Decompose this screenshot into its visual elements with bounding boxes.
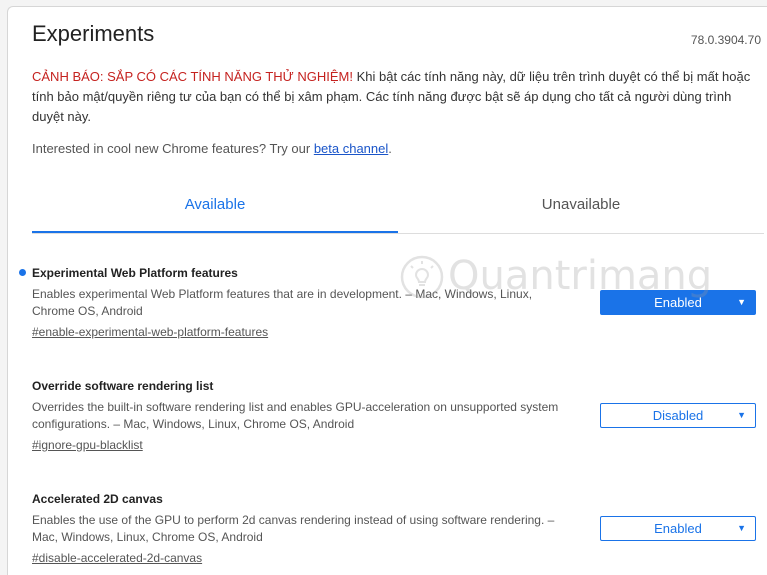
experiment-state-select[interactable]: Enabled ▼ (600, 290, 756, 315)
experiment-permalink[interactable]: #disable-accelerated-2d-canvas (32, 551, 202, 565)
experiment-item: Override software rendering list Overrid… (32, 379, 764, 454)
tab-available[interactable]: Available (32, 185, 398, 233)
warning-message: CẢNH BÁO: SẮP CÓ CÁC TÍNH NĂNG THỬ NGHIỆ… (32, 67, 757, 127)
experiment-title: Override software rendering list (32, 379, 214, 393)
beta-channel-link[interactable]: beta channel (314, 141, 388, 156)
experiment-permalink[interactable]: #enable-experimental-web-platform-featur… (32, 325, 268, 339)
tab-bar: Available Unavailable (32, 185, 764, 234)
experiments-card: Experiments 78.0.3904.70 CẢNH BÁO: SẮP C… (7, 6, 767, 575)
experiment-title: Accelerated 2D canvas (32, 492, 163, 506)
warning-lead: CẢNH BÁO: SẮP CÓ CÁC TÍNH NĂNG THỬ NGHIỆ… (32, 69, 353, 84)
version-label: 78.0.3904.70 (690, 33, 761, 47)
experiment-permalink[interactable]: #ignore-gpu-blacklist (32, 438, 143, 452)
experiment-description: Enables experimental Web Platform featur… (32, 287, 533, 318)
experiment-state-select[interactable]: Enabled ▼ (600, 516, 756, 541)
experiment-state-select[interactable]: Disabled ▼ (600, 403, 756, 428)
page: Experiments 78.0.3904.70 CẢNH BÁO: SẮP C… (0, 0, 767, 575)
beta-promo: Interested in cool new Chrome features? … (32, 141, 392, 156)
experiment-description: Enables the use of the GPU to perform 2d… (32, 513, 555, 544)
experiment-state-value: Enabled (654, 521, 702, 536)
experiment-item: Experimental Web Platform features Enabl… (19, 266, 764, 341)
experiment-item: Accelerated 2D canvas Enables the use of… (32, 492, 764, 567)
dropdown-arrow-icon: ▼ (737, 523, 746, 533)
experiment-description: Overrides the built-in software renderin… (32, 400, 559, 431)
beta-promo-text: Interested in cool new Chrome features? … (32, 141, 314, 156)
dropdown-arrow-icon: ▼ (737, 410, 746, 420)
experiment-title: Experimental Web Platform features (32, 266, 238, 280)
beta-promo-suffix: . (388, 141, 392, 156)
experiment-state-value: Enabled (654, 295, 702, 310)
page-title: Experiments (32, 21, 155, 46)
modified-indicator-icon (19, 269, 26, 276)
experiment-state-value: Disabled (652, 408, 704, 423)
tab-unavailable[interactable]: Unavailable (398, 185, 764, 231)
dropdown-arrow-icon: ▼ (737, 297, 746, 307)
